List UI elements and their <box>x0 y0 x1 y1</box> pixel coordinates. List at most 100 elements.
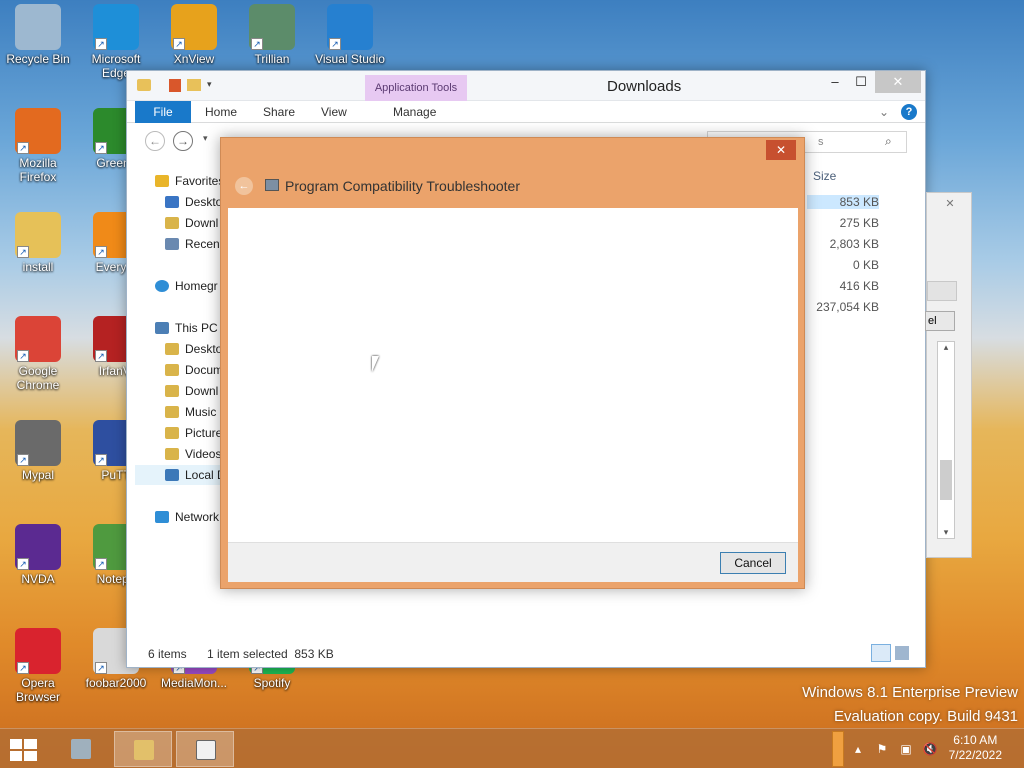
shortcut-arrow-icon: ↗ <box>17 558 29 570</box>
scroll-thumb[interactable] <box>940 460 952 500</box>
tab-share[interactable]: Share <box>263 101 295 123</box>
desktop-icon-label: Mozilla Firefox <box>19 156 57 184</box>
download-folder-icon <box>165 385 179 397</box>
desktop-icon-mozilla-firefox[interactable]: ↗ Mozilla Firefox <box>0 108 76 184</box>
back-button[interactable]: ← <box>145 131 165 151</box>
shortcut-arrow-icon: ↗ <box>95 246 107 258</box>
app-icon: ↗ <box>15 316 61 362</box>
homegroup-icon <box>155 280 169 292</box>
recent-places-icon <box>165 238 179 250</box>
app-icon: ↗ <box>15 420 61 466</box>
nav-homegroup[interactable]: Homegr <box>155 276 218 296</box>
desktop-icon-google-chrome[interactable]: ↗ Google Chrome <box>0 316 76 392</box>
desktop-icon-install[interactable]: ↗ install <box>0 212 76 274</box>
large-icons-view-icon[interactable] <box>895 646 909 660</box>
file-explorer-icon <box>134 740 154 760</box>
nav-downloads[interactable]: Downl <box>165 213 218 233</box>
desktop-icon-trillian[interactable]: ↗ Trillian <box>234 4 310 66</box>
close-button[interactable]: ✕ <box>766 140 796 160</box>
nav-pictures[interactable]: Picture <box>165 423 222 443</box>
show-hidden-icons-button[interactable] <box>832 731 844 767</box>
desktop-icon-opera-browser[interactable]: ↗ Opera Browser <box>0 628 76 704</box>
desktop-icon-mypal[interactable]: ↗ Mypal <box>0 420 76 482</box>
watermark-edition: Windows 8.1 Enterprise Preview <box>802 684 1018 701</box>
windows-logo-icon <box>24 751 37 761</box>
tab-file[interactable]: File <box>135 101 191 123</box>
network-status-icon[interactable]: ▣ <box>898 741 914 757</box>
start-button[interactable] <box>10 739 38 761</box>
minimize-button[interactable]: – <box>821 71 849 93</box>
chevron-down-icon[interactable]: ▾ <box>207 79 212 90</box>
application-tools-context: Application Tools <box>365 75 467 101</box>
quick-access-toolbar[interactable]: ▾ <box>137 79 219 93</box>
star-icon <box>155 175 169 187</box>
nav-recent[interactable]: Recent <box>165 234 223 254</box>
navigation-pane: Favorites Deskto Downl Recent Homegr Thi… <box>127 171 226 631</box>
tab-manage[interactable]: Manage <box>393 101 436 123</box>
desktop-icon-label: Opera Browser <box>15 676 60 704</box>
cancel-button[interactable]: Cancel <box>720 552 786 574</box>
desktop-icon-recycle-bin[interactable]: Recycle Bin <box>0 4 76 66</box>
desktop-icon-label: Recycle Bin <box>6 52 70 66</box>
new-folder-icon[interactable] <box>187 79 201 91</box>
tab-view[interactable]: View <box>321 101 347 123</box>
nav-local-disk[interactable]: Local D <box>135 465 226 485</box>
network-icon <box>155 511 169 523</box>
details-view-icon[interactable] <box>871 644 891 662</box>
chevron-down-icon[interactable]: ⌄ <box>879 101 889 123</box>
file-size: 416 KB <box>839 279 879 293</box>
taskbar-app-file-explorer[interactable] <box>114 731 172 767</box>
clock-time: 6:10 AM <box>953 733 998 747</box>
status-bar: 6 items 1 item selected 853 KB <box>127 641 925 667</box>
recent-locations-chevron-icon[interactable]: ▾ <box>203 133 208 144</box>
volume-muted-icon[interactable]: 🔇 <box>922 741 938 757</box>
chevron-up-icon[interactable]: ▴ <box>850 741 866 757</box>
ribbon-tabs: File Home Share View Manage ⌄ ? <box>127 101 925 123</box>
close-button[interactable]: ✕ <box>875 71 921 93</box>
back-arrow-icon[interactable]: ← <box>235 177 253 195</box>
nav-desktop[interactable]: Deskto <box>165 192 222 212</box>
nav-pc-desktop[interactable]: Deskto <box>165 339 222 359</box>
help-icon[interactable]: ? <box>901 104 917 120</box>
desktop-icon-label: foobar2000 <box>85 676 147 690</box>
desktop-icon-label: Visual Studio <box>315 52 385 66</box>
folder-icon <box>165 343 179 355</box>
tab-home[interactable]: Home <box>205 101 237 123</box>
shortcut-arrow-icon: ↗ <box>95 558 107 570</box>
background-button[interactable]: el <box>925 311 955 331</box>
nav-pc-downloads[interactable]: Downl <box>165 381 218 401</box>
shortcut-arrow-icon: ↗ <box>95 38 107 50</box>
properties-icon[interactable] <box>169 79 181 92</box>
desktop-icon-microsoft-edge[interactable]: ↗ Microsoft Edge <box>78 4 154 80</box>
close-icon[interactable]: ✕ <box>933 195 967 213</box>
chevron-up-icon[interactable]: ▴ <box>938 342 954 353</box>
desktop-icon-label: XnView <box>173 52 215 66</box>
nav-network[interactable]: Network <box>155 507 219 527</box>
nav-videos[interactable]: Videos <box>165 444 221 464</box>
scrollbar[interactable]: ▴ ▾ <box>937 341 955 539</box>
forward-button[interactable]: → <box>173 131 193 151</box>
taskbar-app-troubleshooter[interactable] <box>176 731 234 767</box>
nav-documents[interactable]: Docum <box>165 360 223 380</box>
desktop-icon-nvda[interactable]: ↗ NVDA <box>0 524 76 586</box>
shortcut-arrow-icon: ↗ <box>17 350 29 362</box>
nav-music[interactable]: Music <box>165 402 216 422</box>
pictures-folder-icon <box>165 427 179 439</box>
chevron-down-icon[interactable]: ▾ <box>938 527 954 538</box>
desktop-icon-visual-studio[interactable]: ↗ Visual Studio <box>312 4 388 66</box>
server-manager-icon <box>71 739 91 759</box>
nav-favorites[interactable]: Favorites <box>155 171 224 191</box>
app-icon <box>15 4 61 50</box>
column-header-size[interactable]: Size <box>813 169 836 183</box>
maximize-button[interactable]: ☐ <box>847 71 875 93</box>
desktop-icon <box>165 196 179 208</box>
nav-this-pc[interactable]: This PC <box>155 318 218 338</box>
action-center-flag-icon[interactable]: ⚑ <box>874 741 890 757</box>
shortcut-arrow-icon: ↗ <box>329 38 341 50</box>
taskbar-app-server-manager[interactable] <box>52 731 110 767</box>
windows-logo-icon <box>10 751 22 761</box>
status-item-count: 6 items <box>148 647 187 661</box>
background-input[interactable] <box>927 281 957 301</box>
clock[interactable]: 6:10 AM 7/22/2022 <box>949 733 1002 763</box>
desktop-icon-xnview[interactable]: ↗ XnView <box>156 4 232 66</box>
